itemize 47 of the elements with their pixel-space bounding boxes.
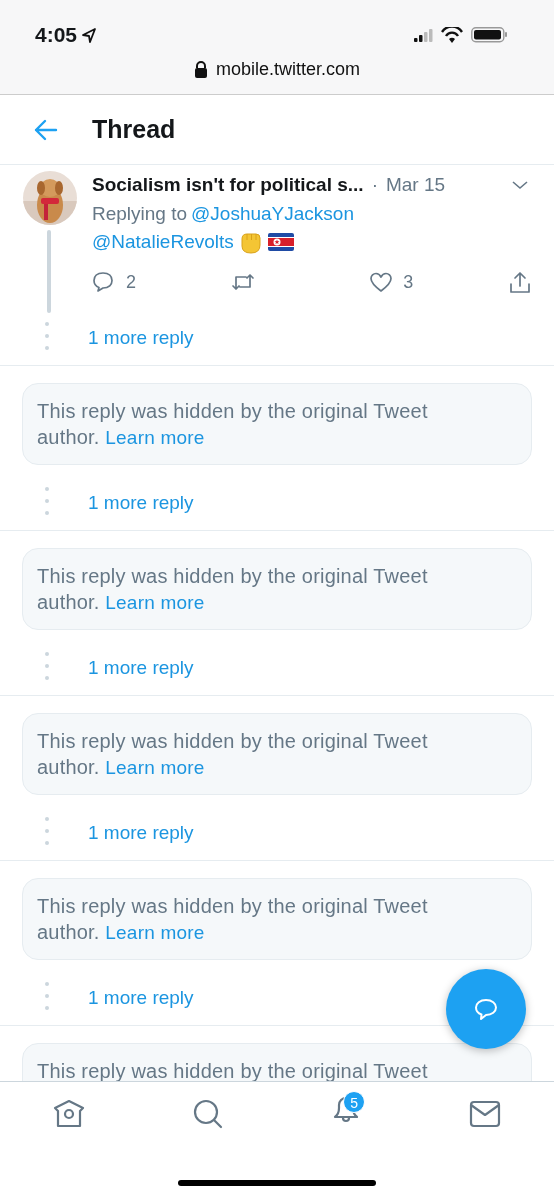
mention-link[interactable]: @JoshuaYJackson [191, 199, 354, 228]
learn-more-link[interactable]: Learn more [105, 592, 205, 613]
battery-icon [471, 27, 508, 43]
author-name[interactable]: Socialism isn't for political s... [92, 171, 364, 200]
wifi-icon [441, 27, 463, 43]
location-arrow-icon [81, 26, 98, 44]
more-replies-link[interactable]: 1 more reply [88, 489, 194, 518]
more-replies-link[interactable]: 1 more reply [88, 984, 194, 1013]
dotted-line-icon [44, 980, 50, 1012]
clock-time: 4:05 [35, 22, 78, 49]
share-icon[interactable] [507, 271, 532, 293]
page-title: Thread [92, 113, 176, 145]
hidden-reply-notice: This reply was hidden by the original Tweet author. Learn more [37, 400, 428, 448]
mention-link[interactable]: @NatalieRevolts [92, 228, 234, 257]
action-count: 2 [126, 270, 136, 294]
retweet-icon[interactable] [230, 271, 255, 293]
url-text: mobile.twitter.com [215, 58, 360, 81]
chevron-down-icon [512, 180, 528, 190]
hidden-reply-notice: This reply was hidden by the original Tweet author. Learn more [37, 895, 428, 943]
replying-label: Replying to [92, 201, 188, 226]
lock-icon [193, 61, 208, 78]
hidden-reply-notice: This reply was hidden by the original Tweet author. Learn more [37, 730, 428, 778]
flag-icon [267, 233, 294, 252]
separator-dot: · [371, 173, 378, 197]
notifications-tab[interactable]: 5 [326, 1088, 367, 1129]
dotted-line-icon [44, 815, 50, 847]
notification-count: 5 [343, 1090, 366, 1113]
learn-more-link[interactable]: Learn more [105, 922, 205, 943]
more-replies-link[interactable]: 1 more reply [88, 324, 194, 353]
more-replies-link[interactable]: 1 more reply [88, 819, 194, 848]
speech-bubble-icon [473, 996, 499, 1022]
home-icon [53, 1097, 86, 1130]
compose-reply-button[interactable] [446, 969, 526, 1049]
signal-icon [414, 28, 433, 42]
heart-icon[interactable] [369, 271, 394, 293]
search-icon [191, 1097, 224, 1130]
reply-icon[interactable] [92, 271, 116, 293]
learn-more-link[interactable]: Learn more [105, 757, 205, 778]
dotted-line-icon [44, 320, 50, 352]
learn-more-link[interactable]: Learn more [105, 427, 205, 448]
back-arrow-icon [34, 118, 58, 141]
hidden-reply-notice: This reply was hidden by the original Tweet author. Learn more [37, 565, 428, 613]
dotted-line-icon [44, 650, 50, 682]
tweet-date: Mar 15 [385, 173, 446, 197]
more-replies-link[interactable]: 1 more reply [88, 654, 194, 683]
dotted-line-icon [44, 485, 50, 517]
action-count: 3 [403, 270, 414, 294]
